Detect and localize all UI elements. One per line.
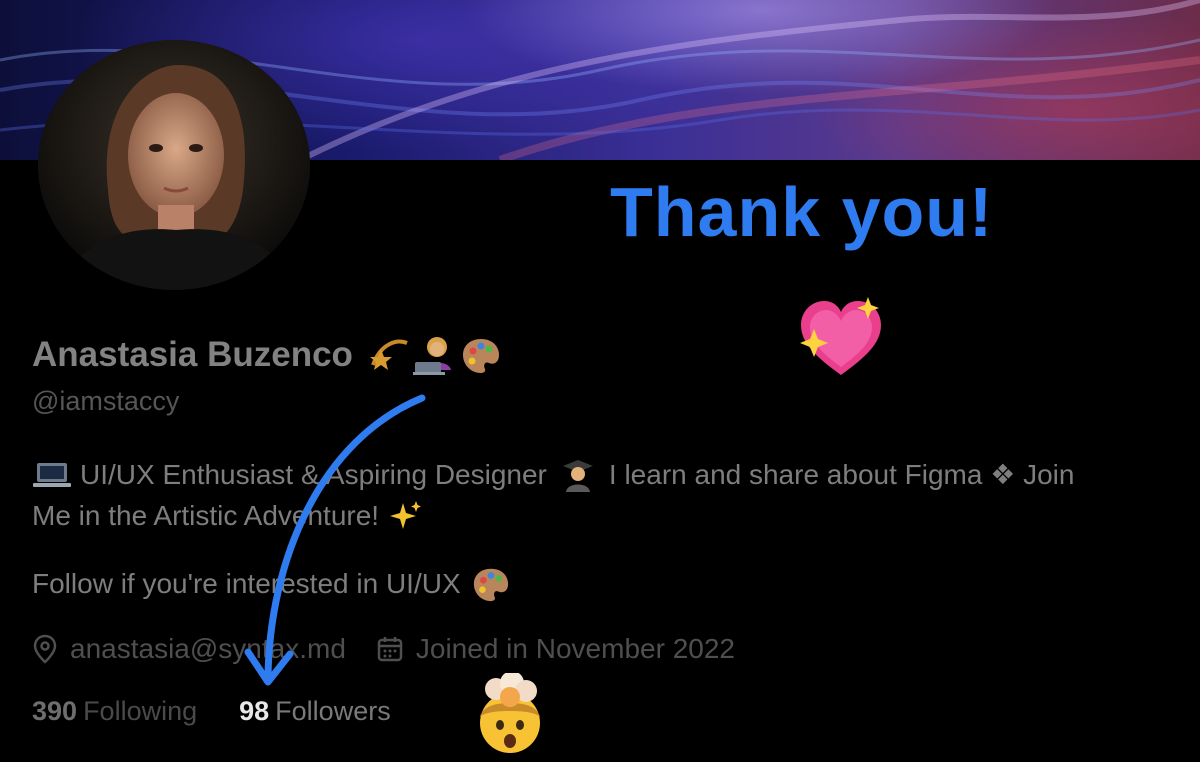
calendar-icon bbox=[377, 637, 403, 662]
joined-text: Joined in November 2022 bbox=[415, 633, 735, 664]
following-count: 390 bbox=[32, 695, 78, 726]
artist-palette-icon bbox=[462, 339, 499, 373]
location-pin-icon bbox=[33, 634, 57, 664]
following-link[interactable]: 390 Following bbox=[32, 696, 197, 727]
bio-text-part-1: UI/UX Enthusiast & Aspiring Designer bbox=[80, 459, 547, 490]
bio-line-2: Me in the Artistic Adventure! bbox=[32, 495, 1182, 536]
location-text: anastasia@syntax.md bbox=[70, 633, 346, 664]
profile-bio: UI/UX Enthusiast & Aspiring Designer I l… bbox=[32, 454, 1182, 536]
mind-blown-icon bbox=[480, 673, 540, 753]
woman-technologist-icon bbox=[412, 337, 451, 375]
thank-you-annotation: Thank you! bbox=[610, 173, 994, 251]
avatar[interactable] bbox=[38, 40, 310, 290]
bio-text-part-3: Me in the Artistic Adventure! bbox=[32, 500, 380, 531]
profile-photo-icon bbox=[38, 40, 310, 290]
bio-line-1: UI/UX Enthusiast & Aspiring Designer I l… bbox=[32, 454, 1182, 495]
name-emoji-group bbox=[367, 334, 503, 376]
woman-student-icon bbox=[562, 459, 593, 492]
profile-name-row: Anastasia Buzenco bbox=[32, 330, 503, 380]
sparkling-heart-icon bbox=[800, 297, 881, 375]
artist-palette-icon bbox=[473, 568, 508, 602]
location-item: anastasia@syntax.md bbox=[32, 633, 346, 665]
follow-stats: 390 Following 98 Followers bbox=[32, 690, 433, 732]
follow-invite-text: Follow if you're interested in UI/UX bbox=[32, 568, 461, 599]
joined-item: Joined in November 2022 bbox=[376, 633, 735, 665]
followers-count: 98 bbox=[239, 695, 270, 726]
sparkles-icon bbox=[390, 500, 422, 529]
profile-meta: anastasia@syntax.md Joined in November 2… bbox=[32, 628, 765, 670]
follow-invite: Follow if you're interested in UI/UX bbox=[32, 565, 511, 603]
laptop-icon bbox=[33, 462, 71, 487]
followers-link[interactable]: 98 Followers bbox=[239, 696, 391, 727]
following-label: Following bbox=[83, 695, 198, 726]
followers-label: Followers bbox=[275, 695, 391, 726]
profile-handle: @iamstaccy bbox=[32, 386, 180, 416]
dizzy-star-icon bbox=[369, 339, 408, 370]
profile-name: Anastasia Buzenco bbox=[32, 335, 353, 374]
bio-text-part-2: I learn and share about Figma ❖ Join bbox=[608, 459, 1075, 490]
